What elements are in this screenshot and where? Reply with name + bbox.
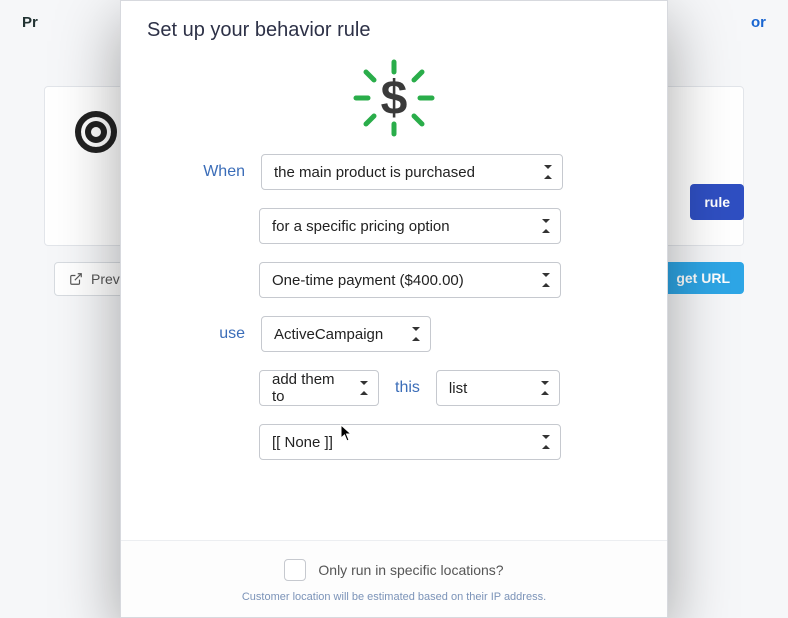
action-select[interactable]: add them to	[259, 370, 379, 406]
target-icon	[75, 111, 117, 153]
this-label: this	[391, 379, 424, 397]
locations-hint: Customer location will be estimated base…	[141, 591, 647, 603]
target-value: [[ None ]]	[272, 434, 333, 451]
modal-footer: Only run in specific locations? Customer…	[121, 540, 667, 617]
integration-value: ActiveCampaign	[274, 326, 383, 343]
use-label: use	[197, 325, 245, 343]
condition-select[interactable]: for a specific pricing option	[259, 208, 561, 244]
object-type-value: list	[449, 380, 467, 397]
locations-checkbox[interactable]	[284, 559, 306, 581]
header-link[interactable]: or	[751, 14, 766, 31]
behavior-rule-modal: Set up your behavior rule $ When	[120, 0, 668, 618]
breadcrumb: Pr	[22, 14, 38, 31]
target-select[interactable]: [[ None ]]	[259, 424, 561, 460]
pricing-select[interactable]: One-time payment ($400.00)	[259, 262, 561, 298]
locations-label: Only run in specific locations?	[318, 562, 503, 578]
when-label: When	[197, 163, 245, 181]
pricing-value: One-time payment ($400.00)	[272, 272, 464, 289]
external-link-icon	[69, 272, 83, 286]
integration-select[interactable]: ActiveCampaign	[261, 316, 431, 352]
trigger-select[interactable]: the main product is purchased	[261, 154, 563, 190]
object-type-select[interactable]: list	[436, 370, 560, 406]
action-value: add them to	[272, 371, 348, 405]
condition-value: for a specific pricing option	[272, 218, 450, 235]
dollar-burst-icon: $	[344, 58, 444, 138]
svg-text:$: $	[381, 72, 408, 125]
modal-title: Set up your behavior rule	[121, 1, 667, 42]
trigger-value: the main product is purchased	[274, 164, 475, 181]
get-url-button[interactable]: get URL	[662, 262, 744, 294]
rule-button[interactable]: rule	[690, 184, 744, 220]
